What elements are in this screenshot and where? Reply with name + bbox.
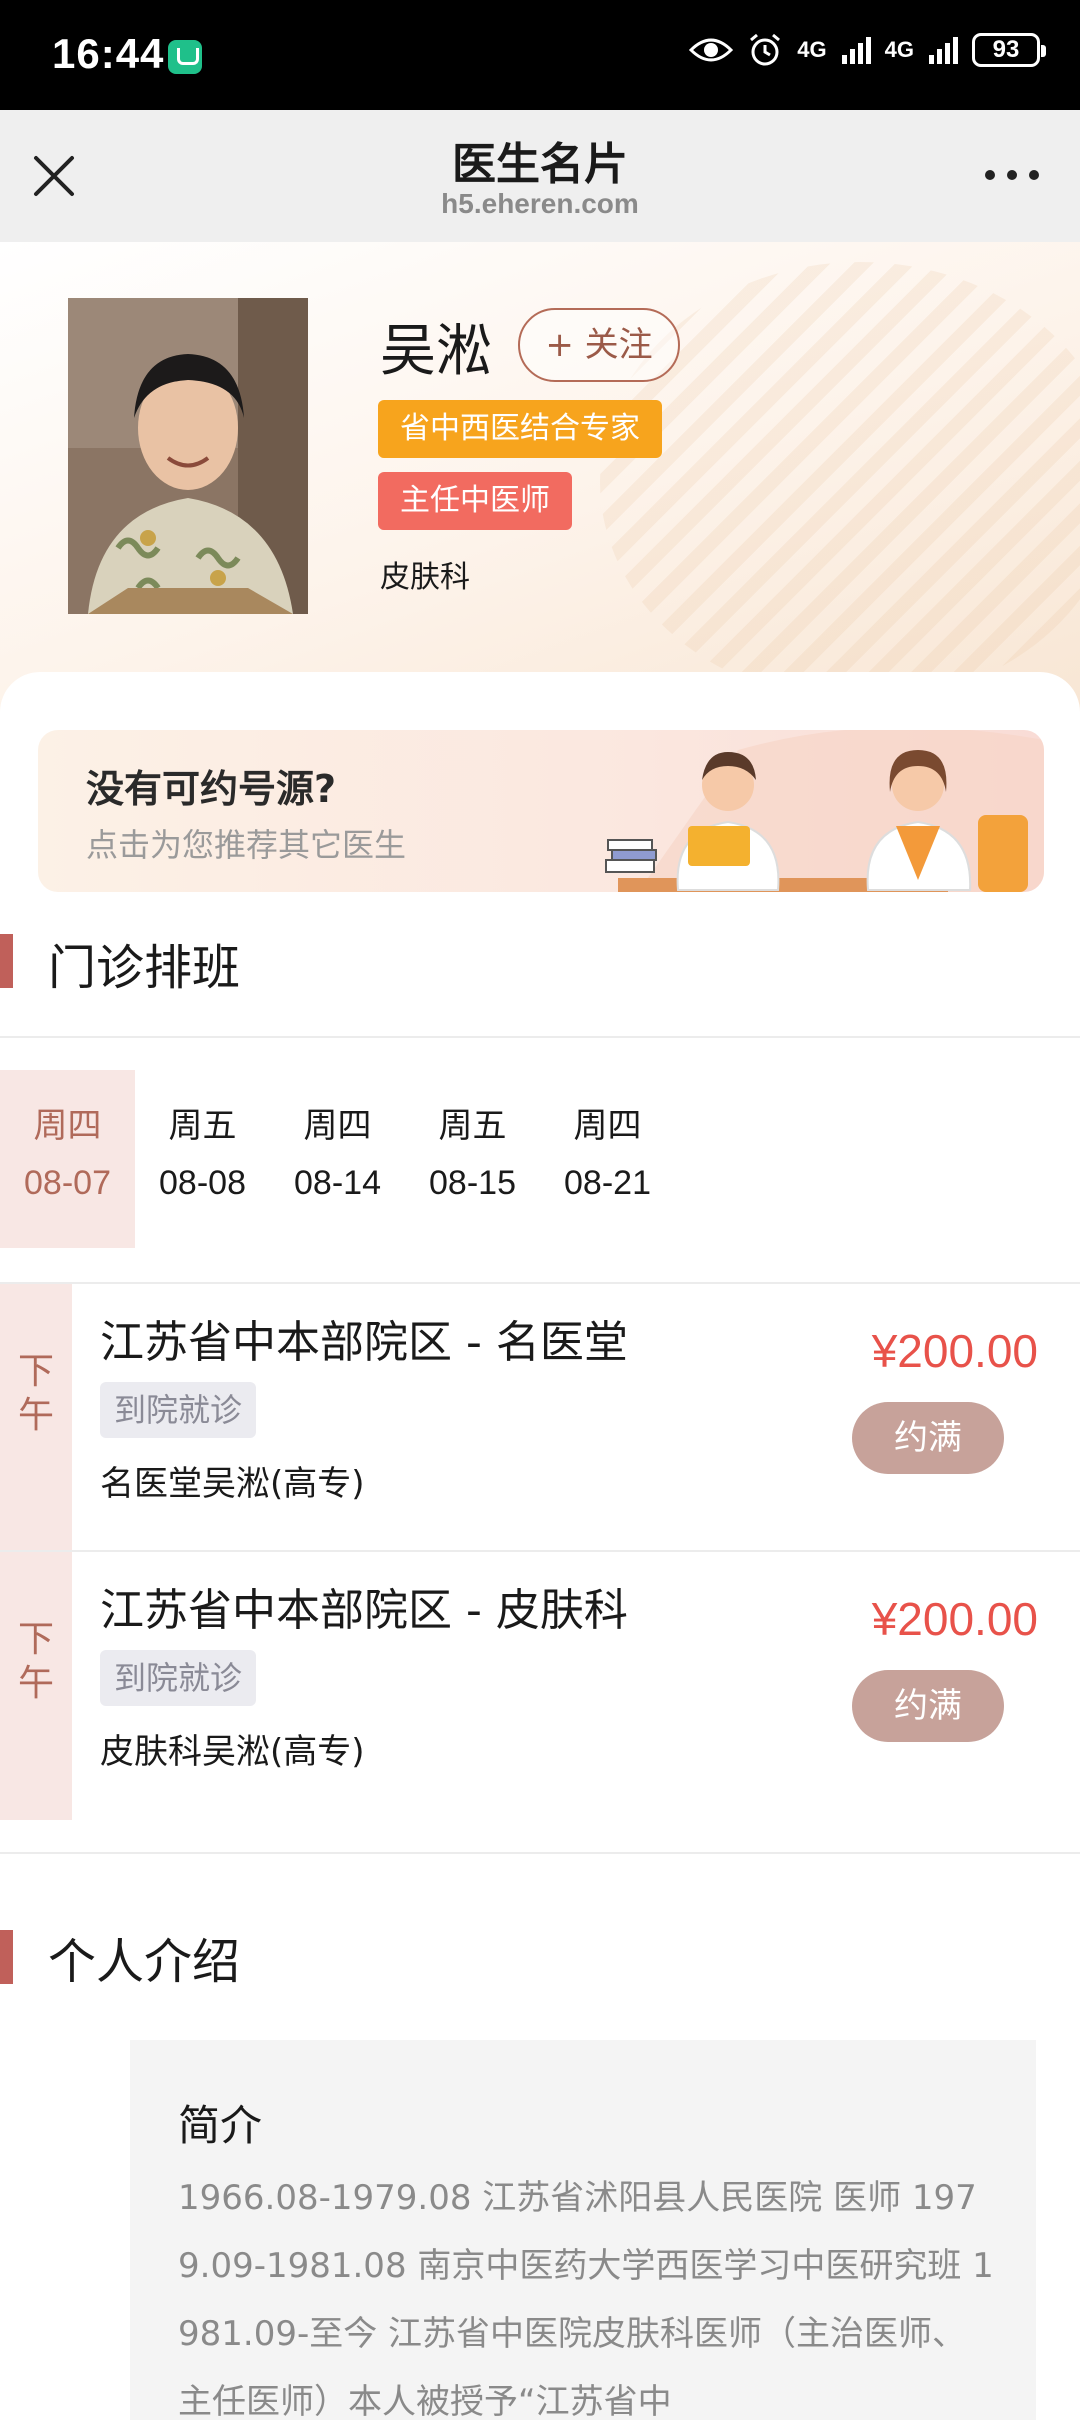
status-bar: 16:44 4G 4G 93 bbox=[0, 0, 1080, 110]
slot-period: 下午 bbox=[17, 1619, 54, 1704]
visit-type-tag: 到院就诊 bbox=[100, 1382, 257, 1438]
network-label-2: 4G bbox=[884, 37, 914, 62]
date-tab-1[interactable]: 周五 08-08 bbox=[135, 1070, 270, 1248]
date-tab-3[interactable]: 周五 08-15 bbox=[405, 1070, 540, 1248]
slot-price: ¥200.00 bbox=[871, 1593, 1038, 1645]
title-tag: 主任中医师 bbox=[378, 472, 572, 530]
date-tab-date: 08-21 bbox=[564, 1164, 651, 1202]
intro-heading: 简介 bbox=[178, 2101, 263, 2150]
intro-box: 简介 1966.08-1979.08 江苏省沭阳县人民医院 医师 1979.09… bbox=[130, 2040, 1036, 2422]
doctor-name: 吴淞 bbox=[380, 319, 492, 384]
slot-period-bar: 下午 bbox=[0, 1552, 72, 1820]
department-label: 皮肤科 bbox=[380, 560, 470, 595]
full-booked-button[interactable]: 约满 bbox=[852, 1402, 1004, 1474]
section-accent-bar bbox=[0, 934, 13, 988]
slot-location: 江苏省中本部院区 - 名医堂 bbox=[100, 1317, 628, 1368]
alarm-icon bbox=[750, 33, 781, 66]
follow-button[interactable]: + 关注 bbox=[518, 308, 680, 382]
date-tab-day: 周四 bbox=[33, 1106, 102, 1146]
divider bbox=[0, 1036, 1080, 1038]
signal-icon-2 bbox=[929, 37, 958, 64]
status-time: 16:44 bbox=[52, 30, 165, 77]
slot-period-bar: 下午 bbox=[0, 1284, 72, 1552]
banner-title: 没有可约号源? bbox=[86, 767, 337, 811]
app-notification-icon bbox=[168, 40, 202, 74]
slot-description: 皮肤科吴淞(高专) bbox=[100, 1732, 365, 1772]
status-icons: 4G 4G 93 bbox=[689, 32, 1046, 68]
recommend-banner[interactable]: 没有可约号源? 点击为您推荐其它医生 bbox=[38, 730, 1044, 892]
doctor-photo bbox=[68, 298, 308, 614]
page-domain: h5.eheren.com bbox=[441, 188, 639, 219]
section-accent-bar bbox=[0, 1930, 13, 1984]
doctors-illustration bbox=[605, 730, 1044, 892]
slot-description: 名医堂吴淞(高专) bbox=[100, 1464, 365, 1504]
battery-icon: 93 bbox=[972, 33, 1046, 67]
slot-period: 下午 bbox=[17, 1351, 54, 1436]
date-tab-date: 08-08 bbox=[159, 1164, 246, 1202]
date-tab-day: 周四 bbox=[303, 1106, 372, 1146]
full-booked-button[interactable]: 约满 bbox=[852, 1670, 1004, 1742]
schedule-slot: 下午 江苏省中本部院区 - 皮肤科 到院就诊 皮肤科吴淞(高专) ¥200.00… bbox=[0, 1552, 1080, 1820]
visit-type-tag: 到院就诊 bbox=[100, 1650, 257, 1706]
page-title: 医生名片 bbox=[452, 139, 628, 190]
date-tab-date: 08-07 bbox=[24, 1164, 111, 1202]
nav-bar: 医生名片 h5.eheren.com bbox=[0, 110, 1080, 242]
divider bbox=[0, 1852, 1080, 1854]
date-tab-0[interactable]: 周四 08-07 bbox=[0, 1070, 135, 1248]
more-icon[interactable] bbox=[980, 160, 1044, 190]
slot-price: ¥200.00 bbox=[871, 1325, 1038, 1377]
date-tab-day: 周四 bbox=[573, 1106, 642, 1146]
expert-tag: 省中西医结合专家 bbox=[378, 400, 662, 458]
date-tab-day: 周五 bbox=[438, 1106, 507, 1146]
signal-icon bbox=[841, 37, 871, 64]
schedule-section-title: 门诊排班 bbox=[48, 940, 241, 996]
date-tab-4[interactable]: 周四 08-21 bbox=[540, 1070, 675, 1248]
date-tab-day: 周五 bbox=[168, 1106, 237, 1146]
intro-section-title: 个人介绍 bbox=[48, 1934, 241, 1990]
banner-subtitle: 点击为您推荐其它医生 bbox=[86, 826, 407, 864]
intro-text: 1966.08-1979.08 江苏省沭阳县人民医院 医师 1979.09-19… bbox=[178, 2178, 994, 2422]
slot-location: 江苏省中本部院区 - 皮肤科 bbox=[100, 1585, 628, 1636]
eye-icon bbox=[689, 38, 734, 62]
date-tab-date: 08-14 bbox=[294, 1164, 381, 1202]
date-tab-date: 08-15 bbox=[429, 1164, 516, 1202]
date-tab-2[interactable]: 周四 08-14 bbox=[270, 1070, 405, 1248]
network-label-1: 4G bbox=[797, 37, 827, 62]
schedule-slot: 下午 江苏省中本部院区 - 名医堂 到院就诊 名医堂吴淞(高专) ¥200.00… bbox=[0, 1284, 1080, 1552]
